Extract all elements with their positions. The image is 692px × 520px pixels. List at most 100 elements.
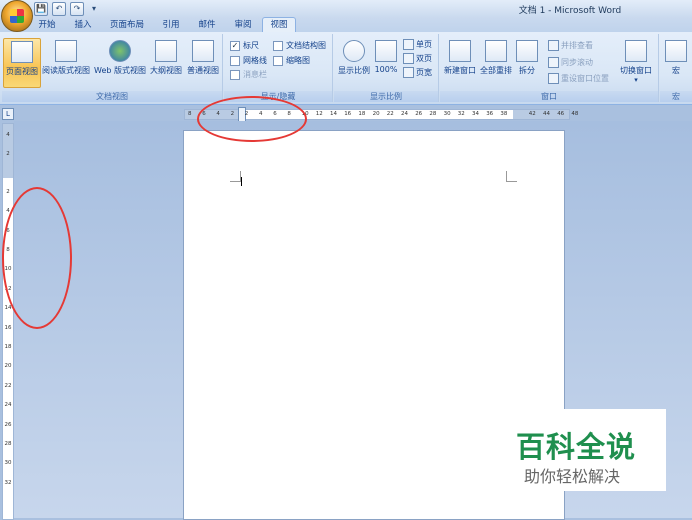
tab-insert[interactable]: 插入 [68,18,98,32]
side-by-side-icon [548,40,559,51]
office-logo-icon [10,9,24,23]
ruler-tick-label: 22 [386,111,394,117]
ruler-tick-label: 4 [6,132,10,138]
ruler-tick-label: 32 [4,479,12,486]
button-label: 普通视图 [187,66,219,75]
ruler-tick-label: 46 [557,111,565,117]
button-label: 切换窗口 [620,66,652,75]
button-label: 显示比例 [338,66,370,75]
message-bar-checkbox: 消息栏 [230,69,267,80]
tab-references[interactable]: 引用 [156,18,186,32]
button-label: 页面视图 [6,67,38,76]
document-map-checkbox[interactable]: 文档结构图 [273,40,326,51]
view-side-by-side-button: 并排查看 [548,40,593,51]
split-icon [516,40,538,62]
ruler-tick-label: 20 [372,111,380,117]
draft-icon [192,40,214,62]
new-window-button[interactable]: 新建窗口 [442,38,478,86]
zoom-100-button[interactable]: 100% [373,38,399,86]
customize-qat-icon[interactable]: ▾ [88,3,100,15]
thumbnails-checkbox[interactable]: 缩略图 [273,55,310,66]
tab-selector[interactable]: L [2,108,14,120]
reading-layout-icon [55,40,77,62]
ruler-tick-label: 2 [6,188,10,195]
gridlines-checkbox[interactable]: 网格线 [230,55,267,66]
new-window-icon [449,40,471,62]
chevron-down-icon: ▾ [634,76,638,84]
button-label: 大纲视图 [150,66,182,75]
macros-icon [665,40,687,62]
ruler-tick-label: 30 [443,111,451,117]
tab-page-layout[interactable]: 页面布局 [104,18,150,32]
page-width-button[interactable]: 页宽 [403,67,432,78]
tab-home[interactable]: 开始 [32,18,62,32]
switch-windows-icon [625,40,647,62]
tab-mailings[interactable]: 邮件 [192,18,222,32]
one-page-icon [403,39,414,50]
button-label: 新建窗口 [444,66,476,75]
outline-icon [155,40,177,62]
draft-view-button[interactable]: 普通视图 [185,38,221,86]
ruler-tick-label: 22 [4,382,12,389]
ruler-tick-label: 38 [500,111,508,117]
ruler-tick-label: 16 [4,324,12,331]
save-icon[interactable]: 💾 [34,2,48,16]
tab-view[interactable]: 视图 [262,17,296,33]
ruler-tick-label: 26 [4,421,12,428]
sync-scroll-icon [548,57,559,68]
annotation-ellipse-vertical-ruler [2,187,72,329]
button-label: 拆分 [519,66,535,75]
ruler-tick-label: 18 [4,344,12,350]
ruler-tick-label: 24 [401,111,408,117]
print-layout-icon [11,41,33,63]
ruler-tick-label: 44 [543,111,550,117]
redo-icon[interactable]: ↷ [70,2,84,16]
ruler-tick-label: 26 [415,111,423,117]
zoom-button[interactable]: 显示比例 [336,38,372,86]
macros-button[interactable]: 宏 [662,38,690,86]
group-label: 宏 [660,91,692,102]
web-layout-button[interactable]: Web 版式视图 [92,38,148,86]
undo-icon[interactable]: ↶ [52,2,66,16]
text-cursor [241,177,242,186]
two-pages-button[interactable]: 双页 [403,53,432,64]
ruler-tick-label: 12 [315,111,323,117]
group-label: 文档视图 [2,91,222,102]
synchronous-scrolling-button: 同步滚动 [548,57,593,68]
page-width-icon [403,67,414,78]
ruler-tick-label: 36 [486,111,494,117]
crop-mark [506,171,517,182]
vertical-ruler[interactable]: 4 2 2 4 6 8 10 12 14 16 18 20 22 24 26 28 30 32 [2,123,14,520]
watermark: 百科全说 助你轻松解决 [508,409,666,491]
office-button[interactable] [1,0,33,32]
tab-review[interactable]: 审阅 [228,18,258,32]
reset-position-icon [548,73,559,84]
switch-windows-button[interactable]: 切换窗口 ▾ [618,38,654,86]
button-label: 全部重排 [480,66,512,75]
one-page-button[interactable]: 单页 [403,39,432,50]
print-layout-button[interactable]: 页面视图 [3,38,41,88]
ruler-checkbox[interactable]: ✓ 标尺 [230,40,259,51]
watermark-subtitle: 助你轻松解决 [524,467,621,486]
watermark-title: 百科全说 [516,430,637,464]
ruler-tick-label: 28 [429,111,437,117]
full-screen-reading-button[interactable]: 阅读版式视图 [40,38,92,86]
arrange-all-icon [485,40,507,62]
split-button[interactable]: 拆分 [514,38,540,86]
ruler-tick-label: 24 [4,402,12,409]
group-label: 显示比例 [334,91,438,102]
quick-access-toolbar: 💾 ↶ ↷ ▾ [34,2,100,16]
ruler-tick-label: 8 [188,111,192,117]
ruler-tick-label: 2 [6,151,10,158]
arrange-all-button[interactable]: 全部重排 [478,38,514,86]
check-icon: ✓ [230,40,240,51]
outline-view-button[interactable]: 大纲视图 [148,38,184,86]
ruler-tick-label: 32 [457,111,465,117]
web-layout-icon [109,40,131,62]
ruler-tick-label: 42 [528,111,536,117]
magnifier-icon [343,40,365,62]
reset-window-position-button: 重设窗口位置 [548,73,609,84]
crop-mark [230,171,241,182]
ruler-tick-label: 28 [4,441,12,447]
button-label: 100% [374,65,398,74]
